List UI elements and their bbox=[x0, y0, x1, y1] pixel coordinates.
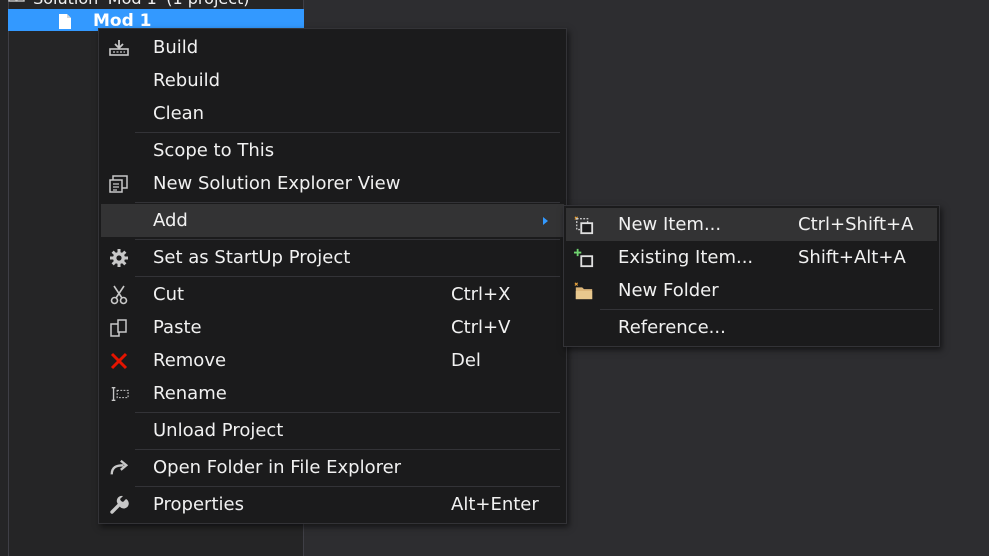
menu-item-new-solution-explorer-view[interactable]: New Solution Explorer View bbox=[101, 167, 564, 200]
menu-separator bbox=[135, 412, 560, 413]
solution-icon bbox=[8, 0, 28, 9]
submenu-item-existing-item[interactable]: Existing Item... Shift+Alt+A bbox=[566, 241, 937, 274]
existing-item-icon bbox=[574, 248, 594, 268]
paste-icon bbox=[109, 318, 129, 338]
menu-item-label: Remove bbox=[153, 350, 227, 371]
menu-item-set-as-startup-project[interactable]: Set as StartUp Project bbox=[101, 241, 564, 274]
file-icon bbox=[59, 14, 71, 29]
new-folder-icon bbox=[574, 281, 594, 301]
menu-item-cut[interactable]: Cut Ctrl+X bbox=[101, 278, 564, 311]
menu-item-shortcut: Ctrl+V bbox=[451, 317, 511, 338]
rename-icon bbox=[109, 384, 129, 404]
menu-item-label: Rename bbox=[153, 383, 227, 404]
menu-item-open-folder-in-file-explorer[interactable]: Open Folder in File Explorer bbox=[101, 451, 564, 484]
menu-item-label: Scope to This bbox=[153, 140, 275, 161]
menu-item-label: Set as StartUp Project bbox=[153, 247, 351, 268]
submenu-item-new-folder[interactable]: New Folder bbox=[566, 274, 937, 307]
submenu-item-label: New Item... bbox=[618, 214, 722, 235]
menu-item-shortcut: Alt+Enter bbox=[451, 494, 539, 515]
tree-guide-line bbox=[8, 0, 9, 556]
menu-item-scope-to-this[interactable]: Scope to This bbox=[101, 134, 564, 167]
remove-x-icon bbox=[109, 351, 129, 371]
gear-icon bbox=[109, 248, 129, 268]
context-menu: Build Rebuild Clean Scope to This New So… bbox=[98, 28, 567, 524]
submenu-arrow-icon bbox=[543, 217, 548, 225]
new-item-icon bbox=[574, 215, 594, 235]
submenu-item-label: New Folder bbox=[618, 280, 719, 301]
menu-separator bbox=[135, 132, 560, 133]
menu-item-shortcut: Del bbox=[451, 350, 481, 371]
menu-item-properties[interactable]: Properties Alt+Enter bbox=[101, 488, 564, 521]
submenu-item-shortcut: Shift+Alt+A bbox=[798, 247, 906, 268]
menu-separator bbox=[135, 486, 560, 487]
submenu-item-shortcut: Ctrl+Shift+A bbox=[798, 214, 914, 235]
wrench-icon bbox=[109, 495, 129, 515]
menu-item-shortcut: Ctrl+X bbox=[451, 284, 511, 305]
menu-item-label: New Solution Explorer View bbox=[153, 173, 401, 194]
solution-explorer-icon bbox=[109, 174, 129, 194]
menu-item-label: Cut bbox=[153, 284, 185, 305]
menu-item-label: Rebuild bbox=[153, 70, 221, 91]
submenu-item-label: Existing Item... bbox=[618, 247, 754, 268]
menu-item-remove[interactable]: Remove Del bbox=[101, 344, 564, 377]
menu-separator bbox=[135, 202, 560, 203]
submenu-item-label: Reference... bbox=[618, 317, 726, 338]
menu-item-build[interactable]: Build bbox=[101, 31, 564, 64]
submenu-item-reference[interactable]: Reference... bbox=[566, 311, 937, 344]
menu-item-clean[interactable]: Clean bbox=[101, 97, 564, 130]
add-submenu: New Item... Ctrl+Shift+A Existing Item..… bbox=[563, 205, 940, 347]
open-folder-arrow-icon bbox=[109, 458, 129, 478]
menu-separator bbox=[135, 449, 560, 450]
solution-label: Solution 'Mod 1' (1 project) bbox=[33, 0, 249, 8]
menu-item-label: Unload Project bbox=[153, 420, 284, 441]
menu-item-label: Paste bbox=[153, 317, 202, 338]
build-icon bbox=[109, 38, 129, 58]
menu-item-label: Open Folder in File Explorer bbox=[153, 457, 402, 478]
menu-item-label: Properties bbox=[153, 494, 244, 515]
menu-item-add[interactable]: Add bbox=[101, 204, 564, 237]
submenu-separator bbox=[600, 309, 933, 310]
submenu-item-new-item[interactable]: New Item... Ctrl+Shift+A bbox=[566, 208, 937, 241]
menu-item-rename[interactable]: Rename bbox=[101, 377, 564, 410]
menu-item-rebuild[interactable]: Rebuild bbox=[101, 64, 564, 97]
solution-node[interactable]: Solution 'Mod 1' (1 project) bbox=[8, 0, 250, 9]
menu-item-label: Build bbox=[153, 37, 199, 58]
menu-item-unload-project[interactable]: Unload Project bbox=[101, 414, 564, 447]
menu-item-label: Clean bbox=[153, 103, 205, 124]
scissors-icon bbox=[109, 285, 129, 305]
menu-separator bbox=[135, 239, 560, 240]
menu-item-label: Add bbox=[153, 210, 188, 231]
menu-item-paste[interactable]: Paste Ctrl+V bbox=[101, 311, 564, 344]
menu-separator bbox=[135, 276, 560, 277]
